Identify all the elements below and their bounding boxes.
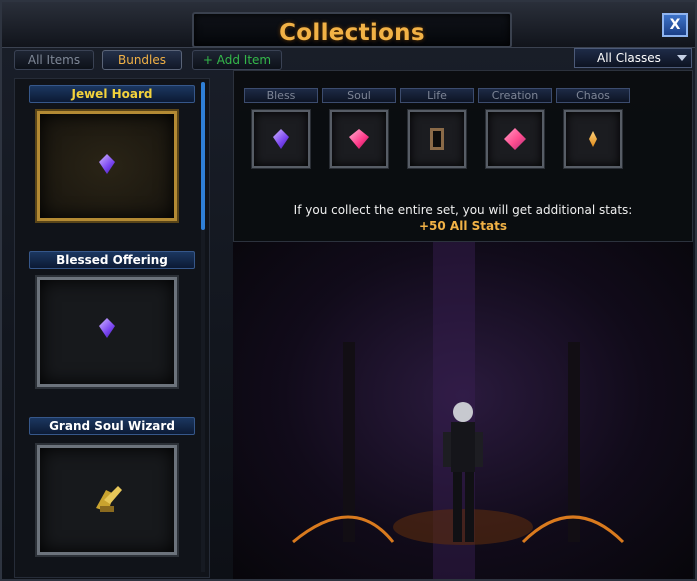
slot-label-soul: Soul [322,88,396,103]
bundle-label-grand-soul-wizard[interactable]: Grand Soul Wizard [29,417,195,435]
bundle-card-grand-soul-wizard[interactable] [35,443,179,557]
title-plate: Collections [192,12,512,48]
slot-creation[interactable] [485,109,545,169]
chevron-down-icon [677,55,687,61]
slot-label-bless: Bless [244,88,318,103]
set-bonus-description: If you collect the entire set, you will … [293,203,633,217]
wizard-armor-icon [96,486,122,512]
window-title: Collections [279,20,425,46]
slot-life[interactable] [407,109,467,169]
bundle-label-blessed-offering[interactable]: Blessed Offering [29,251,195,269]
close-button[interactable]: X [662,13,688,37]
tab-add-item[interactable]: + Add Item [192,50,282,70]
slot-bless[interactable] [251,109,311,169]
slot-label-life: Life [400,88,474,103]
slot-label-creation: Creation [478,88,552,103]
slot-chaos[interactable] [563,109,623,169]
set-bonus-value: +50 All Stats [419,219,507,233]
dungeon-scene [292,242,625,579]
bundle-list: Jewel Hoard Blessed Offering Grand Soul … [14,78,210,578]
bundle-card-jewel-hoard[interactable] [35,109,179,223]
bundle-scrollbar-thumb[interactable] [201,82,205,230]
life-jewel-icon [430,128,444,150]
tab-all-items[interactable]: All Items [14,50,94,70]
slot-label-chaos: Chaos [556,88,630,103]
tab-bundles[interactable]: Bundles [102,50,182,70]
class-filter-value: All Classes [597,51,661,65]
class-filter-dropdown[interactable]: All Classes [574,48,692,68]
collections-window: Collections X All Items Bundles + Add It… [0,0,697,581]
character-preview [233,242,693,579]
bundle-label-jewel-hoard[interactable]: Jewel Hoard [29,85,195,103]
slot-soul[interactable] [329,109,389,169]
bundle-card-blessed-offering[interactable] [35,275,179,389]
